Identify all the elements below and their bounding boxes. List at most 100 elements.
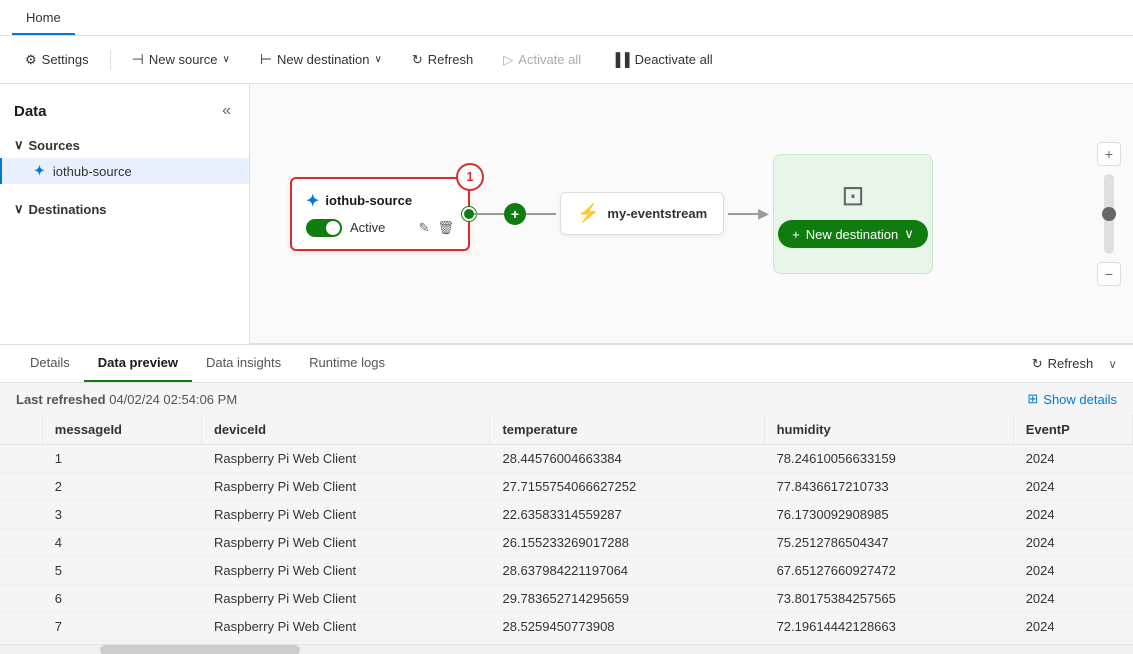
show-details-label: Show details xyxy=(1043,392,1117,407)
panel-chevron-icon[interactable]: ∨ xyxy=(1108,357,1117,371)
table-cell: 2024 xyxy=(1013,501,1132,529)
dest-placeholder-icon: ⊡ xyxy=(841,179,864,212)
source-item-icon: ✦ xyxy=(34,163,45,179)
table-cell: 2024 xyxy=(1013,473,1132,501)
zoom-in-button[interactable]: + xyxy=(1097,142,1121,166)
sidebar-item-iothub-source[interactable]: ✦ iothub-source xyxy=(0,158,249,184)
row-spacer xyxy=(0,501,42,529)
col-deviceid: deviceId xyxy=(201,415,489,445)
table-cell: 72.19614442128663 xyxy=(764,613,1013,641)
deactivate-all-icon: ▐▐ xyxy=(611,52,629,67)
deactivate-all-label: Deactivate all xyxy=(635,52,713,67)
zoom-slider[interactable] xyxy=(1104,174,1114,254)
panel-refresh-label: Refresh xyxy=(1048,356,1094,371)
source-node-name: iothub-source xyxy=(325,193,412,208)
new-destination-button[interactable]: ⊢ New destination ∨ xyxy=(247,44,395,75)
tab-data-insights[interactable]: Data insights xyxy=(192,345,295,382)
arrow-connector-1: + xyxy=(474,203,556,225)
horizontal-scrollbar[interactable] xyxy=(0,644,1133,654)
scrollbar-thumb[interactable] xyxy=(100,645,300,654)
table-cell: 75.2512786504347 xyxy=(764,529,1013,557)
last-refreshed-value: 04/02/24 02:54:06 PM xyxy=(109,392,237,407)
callout-badge-1: 1 xyxy=(456,163,484,191)
deactivate-all-button[interactable]: ▐▐ Deactivate all xyxy=(598,45,725,74)
sources-section-header[interactable]: ∨ Sources xyxy=(0,132,249,158)
table-cell: 77.8436617210733 xyxy=(764,473,1013,501)
table-cell: Raspberry Pi Web Client xyxy=(201,585,489,613)
table-cell: 1 xyxy=(42,445,201,473)
zoom-out-button[interactable]: − xyxy=(1097,262,1121,286)
stream-icon: ⚡ xyxy=(577,203,599,224)
col-messageid xyxy=(0,415,42,445)
table-header: messageId deviceId temperature humidity … xyxy=(0,415,1133,445)
sidebar-collapse-button[interactable]: « xyxy=(218,100,235,122)
destinations-chevron-icon: ∨ xyxy=(14,201,24,217)
separator-1 xyxy=(110,50,111,70)
table-cell: 22.63583314559287 xyxy=(490,501,764,529)
new-destination-chevron-icon: ∨ xyxy=(375,54,382,65)
table-cell: Raspberry Pi Web Client xyxy=(201,501,489,529)
sidebar-header: Data « xyxy=(0,94,249,128)
row-spacer xyxy=(0,445,42,473)
settings-button[interactable]: ⚙ Settings xyxy=(12,45,102,75)
data-table: messageId deviceId temperature humidity … xyxy=(0,415,1133,641)
table-cell: Raspberry Pi Web Client xyxy=(201,557,489,585)
table-cell: 67.65127660927472 xyxy=(764,557,1013,585)
arrow-connector-2: ▶ xyxy=(728,205,769,222)
stream-node[interactable]: ⚡ my-eventstream xyxy=(560,192,724,235)
table-cell: 2024 xyxy=(1013,585,1132,613)
table-row: 1Raspberry Pi Web Client28.4457600466338… xyxy=(0,445,1133,473)
activate-all-button[interactable]: ▷ Activate all xyxy=(490,45,594,75)
table-cell: Raspberry Pi Web Client xyxy=(201,473,489,501)
row-spacer xyxy=(0,529,42,557)
col-humidity: humidity xyxy=(764,415,1013,445)
sidebar: Data « ∨ Sources ✦ iothub-source ∨ Desti… xyxy=(0,84,250,344)
zoom-slider-thumb[interactable] xyxy=(1102,207,1116,221)
table-body: 1Raspberry Pi Web Client28.4457600466338… xyxy=(0,445,1133,641)
arrow-line-2 xyxy=(526,213,556,215)
table-cell: 2024 xyxy=(1013,613,1132,641)
sources-section: ∨ Sources ✦ iothub-source xyxy=(0,128,249,188)
edit-icon[interactable]: ✎ xyxy=(419,220,430,236)
delete-icon[interactable]: 🗑 xyxy=(437,220,454,236)
top-pane: Data « ∨ Sources ✦ iothub-source ∨ Desti… xyxy=(0,84,1133,345)
plus-circle[interactable]: + xyxy=(504,203,526,225)
new-dest-chevron-icon: ∨ xyxy=(904,226,914,242)
tab-details[interactable]: Details xyxy=(16,345,84,382)
source-node-icon: ✦ xyxy=(306,191,319,211)
panel-refresh-button[interactable]: ↻ Refresh xyxy=(1023,351,1102,377)
table-cell: 78.24610056633159 xyxy=(764,445,1013,473)
new-dest-label: New destination xyxy=(806,227,899,242)
main-layout: Data « ∨ Sources ✦ iothub-source ∨ Desti… xyxy=(0,84,1133,654)
source-node[interactable]: ✦ iothub-source Active ✎ 🗑 xyxy=(290,177,470,251)
last-refreshed-text: Last refreshed 04/02/24 02:54:06 PM xyxy=(16,392,237,407)
sidebar-title: Data xyxy=(14,103,47,120)
table-cell: 3 xyxy=(42,501,201,529)
active-toggle[interactable] xyxy=(306,219,342,237)
new-source-button[interactable]: ⊣ New source ∨ xyxy=(119,44,243,75)
table-row: 6Raspberry Pi Web Client29.7836527142956… xyxy=(0,585,1133,613)
refresh-toolbar-button[interactable]: ↻ Refresh xyxy=(399,45,486,75)
table-cell: 26.155233269017288 xyxy=(490,529,764,557)
tab-runtime-logs[interactable]: Runtime logs xyxy=(295,345,399,382)
destination-node: ⊡ + New destination ∨ xyxy=(773,154,933,274)
col-eventp: EventP xyxy=(1013,415,1132,445)
stream-name: my-eventstream xyxy=(607,206,707,221)
table-cell: 2024 xyxy=(1013,445,1132,473)
table-cell: 2 xyxy=(42,473,201,501)
source-item-label: iothub-source xyxy=(53,164,132,179)
table-cell: 73.80175384257565 xyxy=(764,585,1013,613)
home-tab[interactable]: Home xyxy=(12,2,75,35)
tab-data-preview[interactable]: Data preview xyxy=(84,345,192,382)
row-spacer xyxy=(0,613,42,641)
table-cell: Raspberry Pi Web Client xyxy=(201,613,489,641)
table-cell: 76.1730092908985 xyxy=(764,501,1013,529)
destinations-section-header[interactable]: ∨ Destinations xyxy=(0,196,249,222)
table-row: 3Raspberry Pi Web Client22.6358331455928… xyxy=(0,501,1133,529)
table-cell: 2024 xyxy=(1013,557,1132,585)
tab-bar: Home xyxy=(0,0,1133,36)
new-destination-canvas-button[interactable]: + New destination ∨ xyxy=(778,220,928,248)
show-details-button[interactable]: ⊞ Show details xyxy=(1027,391,1117,407)
table-header-row: messageId deviceId temperature humidity … xyxy=(0,415,1133,445)
destinations-section: ∨ Destinations xyxy=(0,188,249,226)
